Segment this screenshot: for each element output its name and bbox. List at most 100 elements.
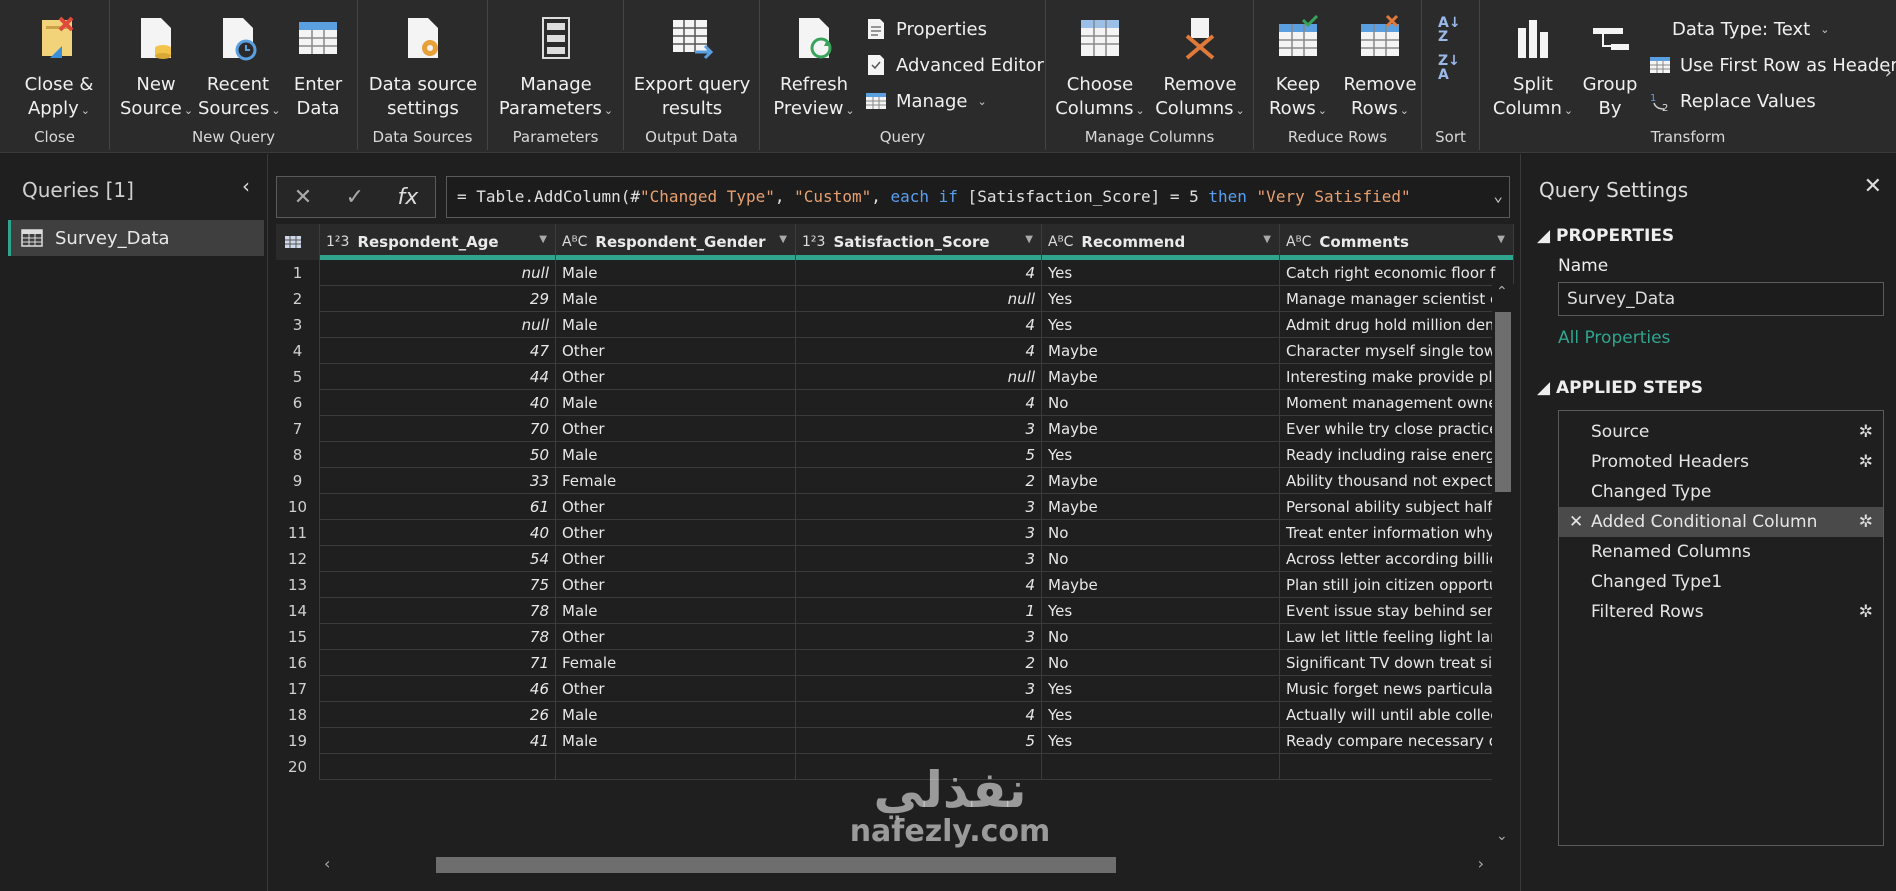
scroll-right-icon[interactable]: ›	[1478, 854, 1484, 873]
table-cell[interactable]: Maybe	[1042, 572, 1280, 598]
applied-step[interactable]: Promoted Headers ✲	[1559, 447, 1883, 477]
replace-values-button[interactable]: 12 Replace Values	[1648, 86, 1816, 116]
table-cell[interactable]: Maybe	[1042, 494, 1280, 520]
enter-data-button[interactable]: Enter Data	[286, 8, 350, 121]
column-type-icon[interactable]: AᴮC	[562, 234, 587, 250]
column-type-icon[interactable]: 1²3	[802, 234, 825, 250]
table-cell[interactable]: Manage manager scientist c	[1280, 286, 1514, 312]
table-cell[interactable]: 29	[320, 286, 556, 312]
table-cell[interactable]: 46	[320, 676, 556, 702]
table-cell[interactable]: No	[1042, 624, 1280, 650]
recent-sources-button[interactable]: Recent Sources ⌄	[198, 8, 280, 123]
table-cell[interactable]: 4	[796, 702, 1042, 728]
table-row[interactable]: 13 75 Other 4 Maybe Plan still join citizen o…	[276, 572, 1514, 598]
table-cell[interactable]: Other	[556, 676, 796, 702]
close-apply-button[interactable]: Close & Apply ⌄	[14, 8, 104, 123]
table-cell[interactable]: 3	[796, 520, 1042, 546]
table-cell[interactable]: Yes	[1042, 598, 1280, 624]
table-cell[interactable]: Other	[556, 572, 796, 598]
table-cell[interactable]: Yes	[1042, 442, 1280, 468]
table-cell[interactable]: Male	[556, 286, 796, 312]
table-row[interactable]: 7 70 Other 3 Maybe Ever while try close pract…	[276, 416, 1514, 442]
query-item-survey-data[interactable]: Survey_Data	[8, 220, 264, 256]
table-cell[interactable]: 2	[796, 650, 1042, 676]
table-cell[interactable]: 40	[320, 390, 556, 416]
table-cell[interactable]: Maybe	[1042, 468, 1280, 494]
choose-columns-button[interactable]: Choose Columns ⌄	[1054, 8, 1146, 123]
table-row[interactable]: 8 50 Male 5 Yes Ready including raise energy	[276, 442, 1514, 468]
export-query-results-button[interactable]: Export query results	[628, 8, 756, 121]
sort-descending-button[interactable]: Z↓ A	[1438, 54, 1460, 82]
table-cell[interactable]: 61	[320, 494, 556, 520]
table-cell[interactable]: Yes	[1042, 728, 1280, 754]
split-column-button[interactable]: Split Column ⌄	[1490, 8, 1576, 123]
table-cell[interactable]: 3	[796, 494, 1042, 520]
column-header[interactable]: 1²3 Respondent_Age ▼	[320, 224, 556, 260]
advanced-editor-button[interactable]: Advanced Editor	[864, 50, 1044, 80]
applied-step[interactable]: ✕ Added Conditional Column ✲	[1559, 507, 1883, 537]
table-cell[interactable]: Male	[556, 260, 796, 286]
vertical-scrollbar[interactable]: ⌃ ⌄	[1492, 284, 1514, 844]
refresh-preview-button[interactable]: Refresh Preview ⌄	[768, 8, 860, 123]
table-cell[interactable]: 3	[796, 676, 1042, 702]
table-cell[interactable]: Event issue stay behind seri	[1280, 598, 1514, 624]
formula-input[interactable]: = Table.AddColumn(#"Changed Type", "Cust…	[446, 176, 1510, 218]
table-cell[interactable]: Other	[556, 624, 796, 650]
vertical-scroll-thumb[interactable]	[1495, 312, 1511, 492]
table-cell[interactable]: Female	[556, 650, 796, 676]
applied-step[interactable]: Renamed Columns	[1559, 537, 1883, 567]
scroll-up-icon[interactable]: ⌃	[1496, 284, 1508, 300]
table-cell[interactable]: Yes	[1042, 260, 1280, 286]
table-row[interactable]: 10 61 Other 3 Maybe Personal ability subject …	[276, 494, 1514, 520]
table-row[interactable]: 9 33 Female 2 Maybe Ability thousand not expe…	[276, 468, 1514, 494]
step-settings-gear-icon[interactable]: ✲	[1859, 417, 1873, 447]
table-cell[interactable]: 4	[796, 312, 1042, 338]
table-cell[interactable]: Interesting make provide pla	[1280, 364, 1514, 390]
table-cell[interactable]: 40	[320, 520, 556, 546]
table-cell[interactable]	[1280, 754, 1514, 780]
table-row[interactable]: 16 71 Female 2 No Significant TV down treat s…	[276, 650, 1514, 676]
column-filter-dropdown-icon[interactable]: ▼	[1025, 234, 1033, 245]
table-cell[interactable]: 3	[796, 546, 1042, 572]
manage-parameters-button[interactable]: Manage Parameters ⌄	[496, 8, 616, 123]
applied-step[interactable]: Source ✲	[1559, 417, 1883, 447]
remove-rows-button[interactable]: Remove Rows ⌄	[1340, 8, 1420, 123]
table-cell[interactable]: Catch right economic floor f	[1280, 260, 1514, 286]
table-cell[interactable]: 78	[320, 624, 556, 650]
table-cell[interactable]	[320, 754, 556, 780]
table-cell[interactable]: Admit drug hold million dem	[1280, 312, 1514, 338]
table-cell[interactable]: Plan still join citizen opportu	[1280, 572, 1514, 598]
step-settings-gear-icon[interactable]: ✲	[1859, 597, 1873, 627]
table-cell[interactable]: null	[796, 364, 1042, 390]
table-cell[interactable]: Male	[556, 598, 796, 624]
table-row[interactable]: 2 29 Male null Yes Manage manager scientist c	[276, 286, 1514, 312]
group-by-button[interactable]: Group By	[1580, 8, 1640, 121]
table-cell[interactable]: Yes	[1042, 286, 1280, 312]
table-row[interactable]: 17 46 Other 3 Yes Music forget news particula	[276, 676, 1514, 702]
applied-steps-section[interactable]: ◢ APPLIED STEPS	[1537, 378, 1703, 398]
properties-button[interactable]: Properties	[864, 14, 987, 44]
table-cell[interactable]: Yes	[1042, 312, 1280, 338]
table-cell[interactable]: No	[1042, 390, 1280, 416]
table-cell[interactable]: 41	[320, 728, 556, 754]
applied-step[interactable]: Changed Type1	[1559, 567, 1883, 597]
data-type-dropdown[interactable]: Data Type: Text ⌄	[1648, 14, 1829, 44]
table-cell[interactable]: Male	[556, 702, 796, 728]
table-cell[interactable]: 4	[796, 390, 1042, 416]
table-cell[interactable]: 5	[796, 442, 1042, 468]
table-cell[interactable]: Male	[556, 442, 796, 468]
new-source-button[interactable]: New Source ⌄	[120, 8, 193, 123]
close-settings-icon[interactable]: ✕	[1864, 174, 1882, 199]
column-filter-dropdown-icon[interactable]: ▼	[1497, 234, 1505, 245]
sort-ascending-button[interactable]: A↓ Z	[1438, 16, 1461, 44]
grid-corner-menu[interactable]	[276, 224, 320, 260]
table-cell[interactable]: 5	[796, 728, 1042, 754]
table-cell[interactable]: Male	[556, 390, 796, 416]
scroll-left-icon[interactable]: ‹	[324, 854, 330, 873]
table-cell[interactable]: null	[320, 312, 556, 338]
table-cell[interactable]: 71	[320, 650, 556, 676]
table-cell[interactable]: 70	[320, 416, 556, 442]
table-row[interactable]: 11 40 Other 3 No Treat enter information why	[276, 520, 1514, 546]
expand-formula-chevron-icon[interactable]: ⌄	[1493, 186, 1503, 205]
table-cell[interactable]: Maybe	[1042, 338, 1280, 364]
